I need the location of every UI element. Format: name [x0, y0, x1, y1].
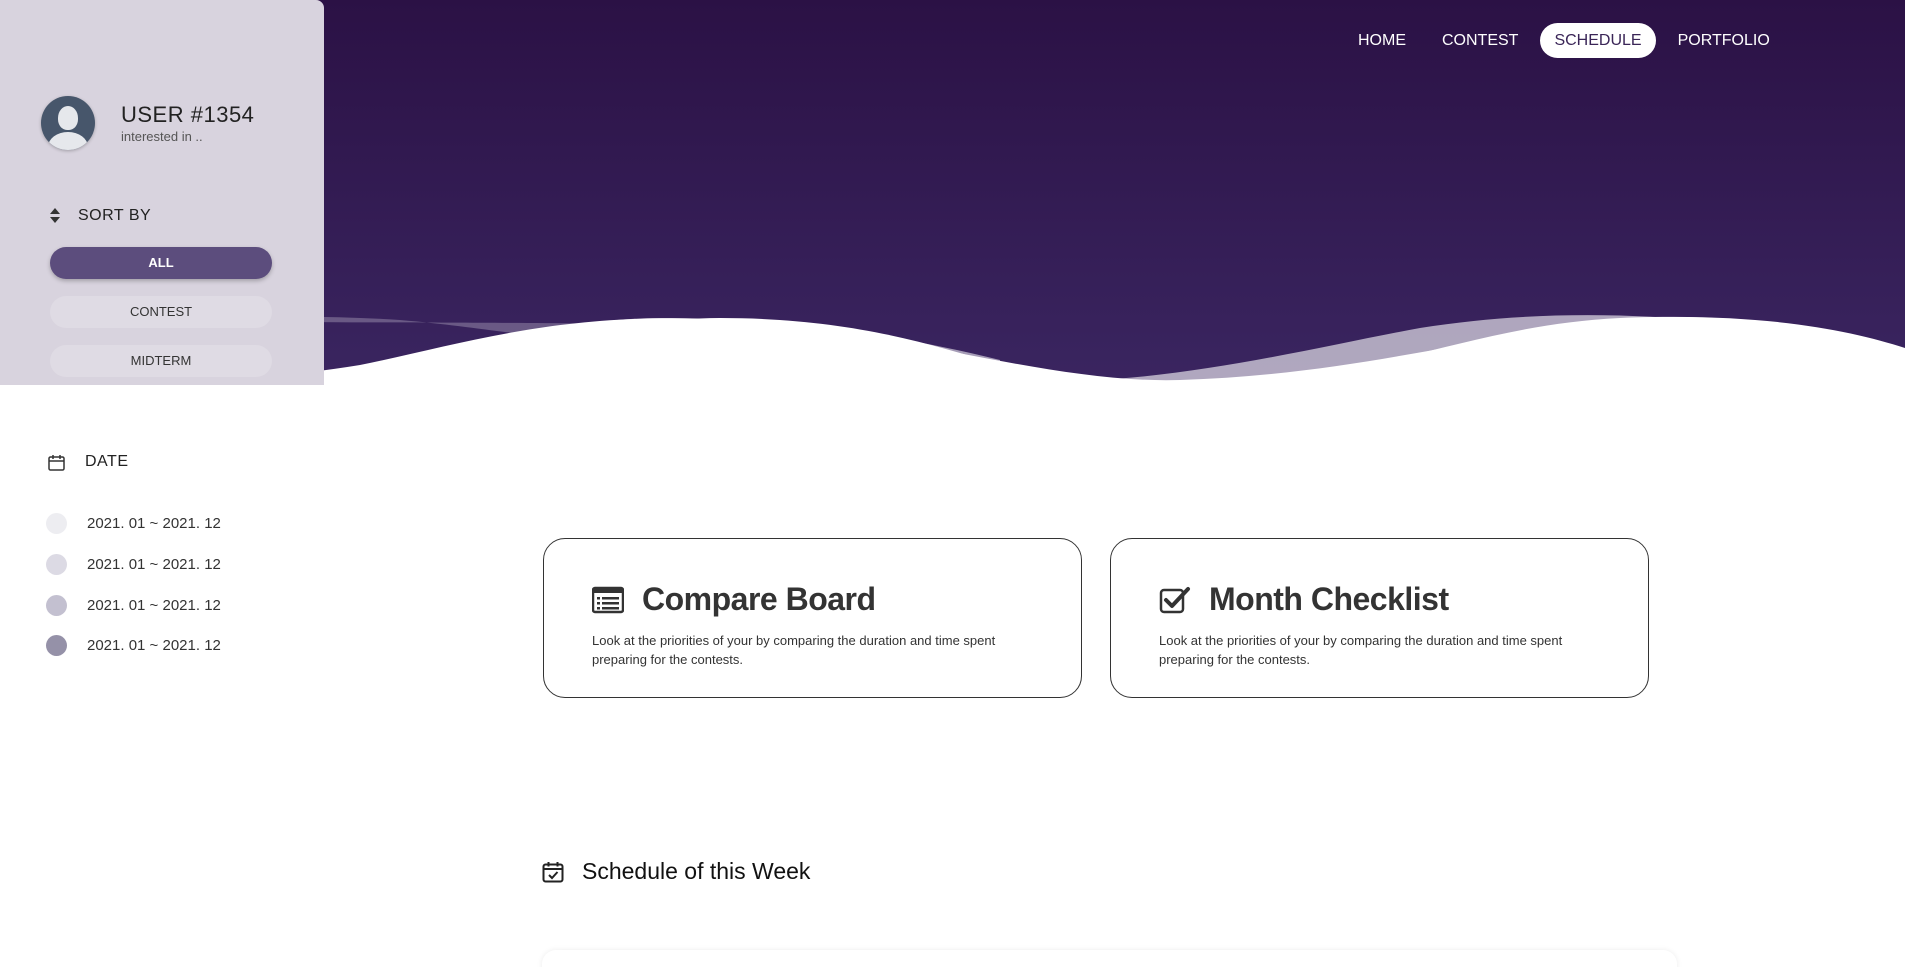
sort-icon: [48, 208, 60, 224]
compare-board-card[interactable]: Compare Board Look at the priorities of …: [543, 538, 1082, 698]
calendar-icon: [48, 454, 65, 471]
date-color-dot: [46, 635, 67, 656]
date-color-dot: [46, 513, 67, 534]
nav-contest[interactable]: CONTEST: [1428, 23, 1532, 58]
date-range-item[interactable]: 2021. 01 ~ 2021. 12: [46, 635, 221, 656]
card-description: Look at the priorities of your by compar…: [592, 633, 996, 667]
user-name: USER #1354: [121, 102, 255, 127]
date-range-item[interactable]: 2021. 01 ~ 2021. 12: [46, 595, 221, 616]
week-schedule-panel: [542, 950, 1677, 967]
check-square-icon: [1159, 586, 1190, 613]
date-range-item[interactable]: 2021. 01 ~ 2021. 12: [46, 513, 221, 534]
filter-contest-button[interactable]: CONTEST: [50, 296, 272, 328]
avatar[interactable]: [41, 96, 95, 150]
nav-portfolio[interactable]: PORTFOLIO: [1664, 23, 1784, 58]
date-range-item[interactable]: 2021. 01 ~ 2021. 12: [46, 554, 221, 575]
week-schedule-header: Schedule of this Week: [542, 858, 810, 885]
card-description: Look at the priorities of your by compar…: [1159, 633, 1563, 667]
card-title: Month Checklist: [1209, 581, 1449, 617]
date-label: DATE: [85, 453, 129, 470]
user-profile[interactable]: USER #1354 interested in ..: [41, 96, 254, 150]
filter-midterm-button[interactable]: MIDTERM: [50, 345, 272, 377]
card-title: Compare Board: [642, 581, 876, 617]
date-color-dot: [46, 554, 67, 575]
sort-by-label: SORT BY: [78, 207, 152, 224]
nav-home[interactable]: HOME: [1344, 23, 1420, 58]
filter-all-button[interactable]: ALL: [50, 247, 272, 279]
nav-schedule[interactable]: SCHEDULE: [1540, 23, 1656, 58]
list-alt-icon: [592, 586, 624, 613]
calendar-check-icon: [542, 861, 564, 882]
top-navigation: HOME CONTEST SCHEDULE PORTFOLIO: [1344, 23, 1784, 58]
user-subtitle: interested in ..: [121, 129, 203, 144]
sort-by-header: SORT BY: [48, 207, 151, 225]
date-color-dot: [46, 595, 67, 616]
week-schedule-title: Schedule of this Week: [582, 858, 811, 884]
user-silhouette-icon: [58, 106, 78, 130]
month-checklist-card[interactable]: Month Checklist Look at the priorities o…: [1110, 538, 1649, 698]
date-header: DATE: [48, 453, 128, 471]
